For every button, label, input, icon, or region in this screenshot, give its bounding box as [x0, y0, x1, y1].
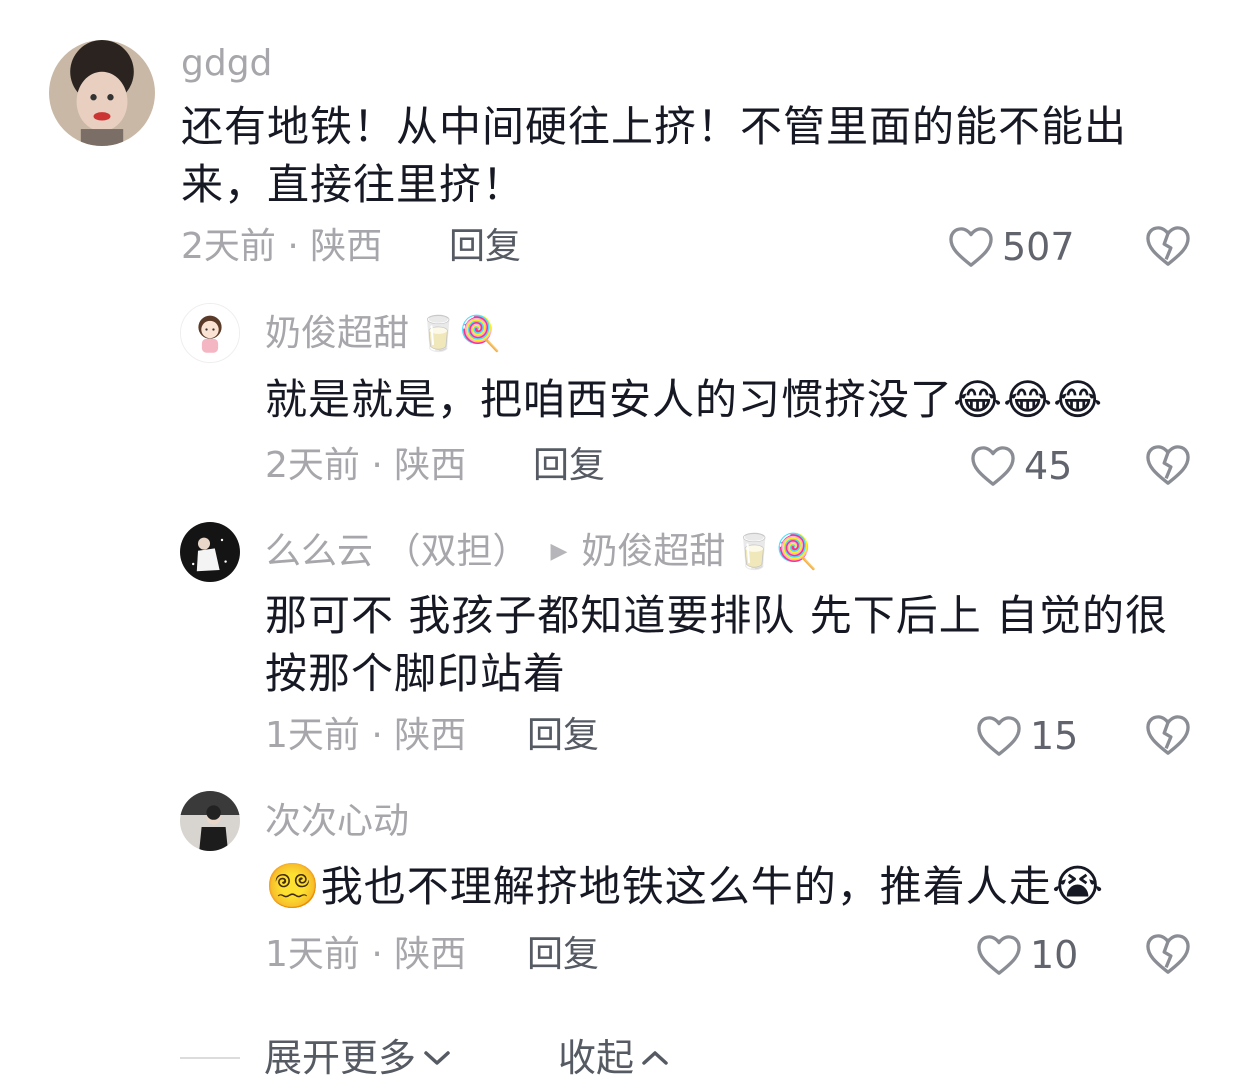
- author-emoji: 🥛🍭: [733, 532, 819, 572]
- broken-heart-icon[interactable]: [1145, 225, 1191, 267]
- author-name[interactable]: 么么云 （双担）: [265, 530, 528, 574]
- like-button[interactable]: 15: [976, 714, 1078, 758]
- comment-time-location: 1天前 · 陕西: [265, 715, 467, 756]
- replies-footer: 展开更多 收起: [0, 1030, 1242, 1086]
- dizzy-face-emoji: 😵‍💫: [265, 861, 321, 912]
- broken-heart-icon[interactable]: [1145, 933, 1191, 975]
- reply-button[interactable]: 回复: [527, 714, 599, 758]
- avatar[interactable]: [180, 303, 240, 363]
- avatar-image: [181, 304, 239, 362]
- crying-face-emoji: 😭: [1051, 861, 1105, 912]
- reply-button[interactable]: 回复: [533, 444, 605, 488]
- avatar-image: [49, 40, 155, 146]
- comment-author[interactable]: gdgd: [181, 42, 272, 86]
- reply-button[interactable]: 回复: [449, 225, 521, 269]
- comment-author[interactable]: 奶俊超甜 🥛🍭: [265, 312, 502, 356]
- like-button[interactable]: 507: [948, 225, 1075, 269]
- comment-text-body: 我也不理解挤地铁这么牛的，推着人走: [320, 862, 1052, 911]
- expand-more-button[interactable]: 展开更多: [264, 1034, 452, 1082]
- comment-time-location: 2天前 · 陕西: [181, 226, 383, 267]
- reply-button[interactable]: 回复: [527, 933, 599, 977]
- like-button[interactable]: 45: [970, 444, 1072, 488]
- comment-time-location: 1天前 · 陕西: [265, 934, 467, 975]
- collapse-label: 收起: [558, 1036, 635, 1080]
- reply-arrow-icon: ▶: [550, 539, 568, 564]
- comment-text: 😵‍💫我也不理解挤地铁这么牛的，推着人走😭: [265, 858, 1225, 916]
- avatar[interactable]: [49, 40, 155, 146]
- divider-line: [180, 1057, 240, 1059]
- reply-to-name[interactable]: 奶俊超甜: [581, 530, 725, 574]
- author-name[interactable]: 次次心动: [265, 800, 409, 844]
- like-count: 10: [1030, 933, 1079, 977]
- heart-outline-icon: [977, 716, 1021, 756]
- comment-author[interactable]: 次次心动: [265, 800, 409, 844]
- comment-author[interactable]: 么么云 （双担） ▶ 奶俊超甜 🥛🍭: [265, 530, 818, 574]
- collapse-button[interactable]: 收起: [558, 1034, 670, 1082]
- like-count: 15: [1030, 714, 1079, 758]
- comment-time-location: 2天前 · 陕西: [265, 445, 467, 486]
- comment-text: 就是就是，把咱西安人的习惯挤没了😂😂😂: [265, 375, 1104, 424]
- author-name[interactable]: gdgd: [181, 42, 272, 86]
- avatar[interactable]: [180, 791, 240, 851]
- broken-heart-icon[interactable]: [1145, 714, 1191, 756]
- chevron-down-icon: [424, 1051, 450, 1065]
- author-emoji: 🥛🍭: [417, 314, 502, 354]
- like-count: 45: [1024, 444, 1073, 488]
- like-count: 507: [1002, 225, 1075, 269]
- broken-heart-icon[interactable]: [1145, 444, 1191, 486]
- heart-outline-icon: [971, 446, 1015, 486]
- heart-outline-icon: [949, 227, 993, 267]
- expand-more-label: 展开更多: [264, 1036, 417, 1080]
- chevron-up-icon: [642, 1051, 668, 1065]
- like-button[interactable]: 10: [976, 933, 1078, 977]
- author-name[interactable]: 奶俊超甜: [265, 312, 409, 356]
- avatar[interactable]: [180, 522, 240, 582]
- comment-text: 那可不 我孩子都知道要排队 先下后上 自觉的很 按那个脚印站着: [265, 591, 1169, 698]
- comment-text: 还有地铁！从中间硬往上挤！不管里面的能不能出来，直接往里挤！: [181, 102, 1128, 209]
- avatar-image: [180, 791, 240, 851]
- avatar-image: [180, 522, 240, 582]
- heart-outline-icon: [977, 935, 1021, 975]
